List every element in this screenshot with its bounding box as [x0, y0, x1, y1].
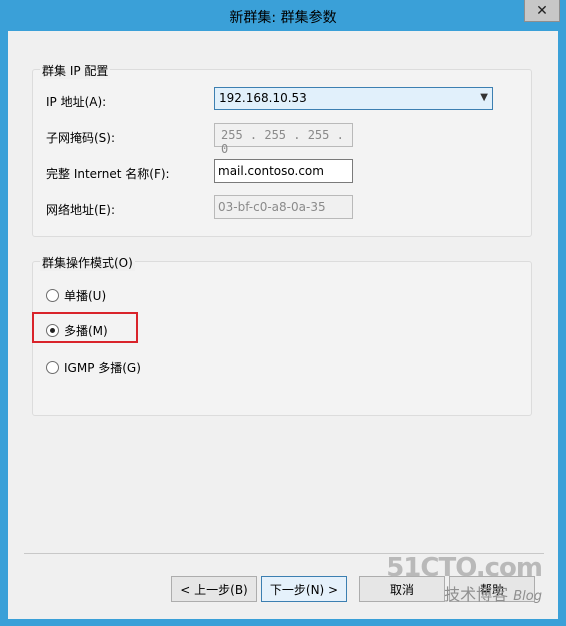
radio-unicast[interactable]: 单播(U)	[46, 287, 106, 304]
cluster-ip-group-title: 群集 IP 配置	[40, 62, 111, 79]
multicast-highlight-box	[32, 312, 138, 343]
close-icon: ✕	[536, 2, 548, 18]
dialog-client-area: 群集 IP 配置 IP 地址(A): 192.168.10.53 ▼ 子网掩码(…	[8, 31, 558, 619]
watermark-logo: 51CTO.com 技术博客 Blog	[386, 553, 543, 605]
fqdn-input[interactable]: mail.contoso.com	[214, 159, 353, 183]
network-address-label: 网络地址(E):	[46, 203, 115, 217]
fqdn-label: 完整 Internet 名称(F):	[46, 167, 170, 181]
ip-address-dropdown[interactable]: 192.168.10.53 ▼	[214, 87, 493, 110]
operation-mode-group-title: 群集操作模式(O)	[40, 254, 135, 271]
next-button[interactable]: 下一步(N) >	[261, 576, 347, 602]
back-button[interactable]: < 上一步(B)	[171, 576, 257, 602]
watermark-line1: 51CTO.com	[386, 553, 543, 583]
dialog-window: 新群集: 群集参数 ✕ 群集 IP 配置 IP 地址(A): 192.168.1…	[0, 0, 566, 626]
network-address-field: 03-bf-c0-a8-0a-35	[214, 195, 353, 219]
watermark-line2-wrap: 技术博客 Blog	[386, 581, 542, 605]
watermark-line2: 技术博客	[444, 585, 509, 604]
ip-address-value: 192.168.10.53	[219, 91, 307, 105]
radio-unicast-label: 单播(U)	[64, 289, 107, 303]
radio-igmp-circle[interactable]	[46, 361, 59, 374]
chevron-down-icon: ▼	[480, 92, 488, 103]
title-bar[interactable]: 新群集: 群集参数 ✕	[0, 0, 566, 31]
window-title: 新群集: 群集参数	[229, 10, 337, 26]
radio-igmp-label: IGMP 多播(G)	[64, 361, 141, 375]
subnet-mask-label: 子网掩码(S):	[46, 131, 116, 145]
close-button[interactable]: ✕	[524, 0, 560, 22]
ip-address-label: IP 地址(A):	[46, 95, 107, 109]
subnet-mask-field: 255 . 255 . 255 . 0	[214, 123, 353, 156]
radio-igmp-multicast[interactable]: IGMP 多播(G)	[46, 359, 141, 376]
watermark-line2b: Blog	[513, 589, 542, 604]
radio-unicast-circle[interactable]	[46, 289, 59, 302]
